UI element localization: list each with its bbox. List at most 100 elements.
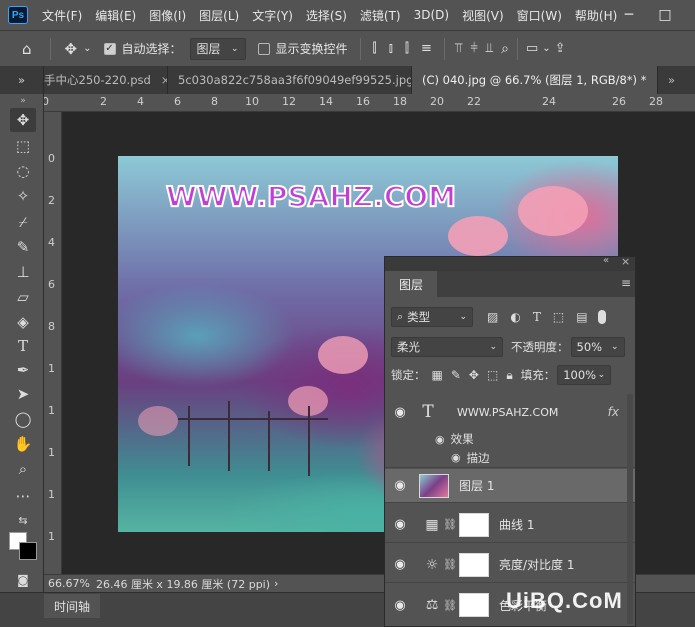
close-icon[interactable]: × [621, 255, 630, 268]
search-icon[interactable]: ⌕ [501, 41, 509, 57]
close-icon[interactable]: × [161, 73, 167, 87]
blend-mode-dropdown[interactable]: 柔光 ⌄ [391, 337, 503, 357]
tab-timeline[interactable]: 时间轴 [44, 594, 101, 618]
layer-effect-stroke-row[interactable]: ◉ 描边 [385, 448, 635, 468]
zoom-tool-icon[interactable]: ⌕ [10, 457, 36, 481]
menu-3d[interactable]: 3D(D) [414, 8, 449, 22]
type-tool-icon[interactable]: T [10, 334, 36, 358]
minimize-button[interactable]: ─ [614, 0, 644, 30]
ruler-label: 6 [174, 95, 181, 108]
background-color-swatch[interactable] [19, 542, 37, 560]
chevron-right-icon[interactable]: › [274, 577, 278, 590]
visibility-eye-icon[interactable]: ◉ [387, 478, 413, 493]
layer-row-brightness[interactable]: ◉ ☼ ⛓ 亮度/对比度 1 [385, 547, 635, 583]
layer-effects-row[interactable]: ◉ 效果 [385, 430, 635, 448]
tab-document-active[interactable]: (C) 040.jpg @ 66.7% (图层 1, RGB/8*) * × [412, 66, 658, 94]
align-center-icon[interactable]: ⫾ [389, 41, 393, 56]
visibility-eye-icon[interactable]: ◉ [387, 517, 413, 532]
filter-shape-icon[interactable]: ⬚ [553, 310, 564, 324]
menu-file[interactable]: 文件(F) [42, 7, 82, 24]
visibility-eye-icon[interactable]: ◉ [435, 433, 445, 446]
filter-adjustment-icon[interactable]: ◐ [510, 310, 520, 324]
align-middle-icon[interactable]: ⫩ [470, 41, 477, 56]
visibility-eye-icon[interactable]: ◉ [451, 451, 461, 464]
layer-row-image[interactable]: ◉ 图层 1 [385, 469, 635, 503]
panel-collapse-icon[interactable]: » [0, 66, 44, 94]
layer-filter-dropdown[interactable]: ⌕ 类型 ⌄ [391, 307, 473, 327]
align-left-icon[interactable]: ⫿ [373, 41, 377, 56]
lock-all-icon[interactable]: 🔒︎ [506, 368, 512, 383]
paint-bucket-icon[interactable]: ◈ [10, 310, 36, 334]
filter-smart-object-icon[interactable]: ▤ [576, 310, 587, 324]
filter-type-icon[interactable]: T [533, 310, 541, 324]
maximize-button[interactable]: □ [650, 0, 680, 30]
toolbar-collapse-icon[interactable]: » [10, 96, 36, 106]
quick-mask-icon[interactable]: ◙ [10, 568, 36, 592]
menu-layer[interactable]: 图层(L) [199, 7, 239, 24]
search-icon: ⌕ [397, 310, 404, 323]
path-select-icon[interactable]: ➤ [10, 382, 36, 406]
pen-tool-icon[interactable]: ✒ [10, 358, 36, 382]
canvas-text-layer[interactable]: WWW.PSAHZ.COM [165, 179, 457, 214]
filter-toggle[interactable] [597, 310, 606, 324]
menu-select[interactable]: 选择(S) [306, 7, 347, 24]
hand-tool-icon[interactable]: ✋ [10, 432, 36, 456]
home-icon[interactable]: ⌂ [22, 40, 32, 58]
align-right-icon[interactable]: ⫿ [405, 41, 409, 56]
menu-edit[interactable]: 编辑(E) [95, 7, 136, 24]
menu-view[interactable]: 视图(V) [462, 7, 504, 24]
auto-select-checkbox[interactable]: ✓ [103, 42, 116, 55]
marquee-tool-icon[interactable]: ⬚ [10, 134, 36, 158]
lock-image-icon[interactable]: ✎ [451, 368, 461, 382]
workspace-icon[interactable]: ▭ [526, 41, 538, 56]
show-transform-checkbox[interactable] [257, 42, 270, 55]
menu-type[interactable]: 文字(Y) [252, 7, 293, 24]
align-top-icon[interactable]: ⫪ [455, 41, 462, 56]
ellipse-tool-icon[interactable]: ◯ [10, 407, 36, 431]
swap-colors-icon[interactable]: ⇆ [10, 508, 36, 532]
document-info[interactable]: 26.46 厘米 x 19.86 厘米 (72 ppi) [96, 576, 270, 592]
menu-help[interactable]: 帮助(H) [575, 7, 617, 24]
align-bottom-icon[interactable]: ⫫ [486, 41, 493, 56]
layer-row-curves[interactable]: ◉ ▦ ⛓ 曲线 1 [385, 507, 635, 543]
tab-layers[interactable]: 图层 [385, 271, 437, 297]
eraser-tool-icon[interactable]: ▱ [10, 285, 36, 309]
zoom-level[interactable]: 66.67% [48, 577, 90, 590]
lock-artboard-icon[interactable]: ⬚ [487, 368, 498, 382]
document-tabs: » 手中心250-220.psd × 5c030a822c758aa3f6f09… [0, 66, 695, 94]
fill-field[interactable]: 100% ⌄ [557, 365, 612, 385]
distribute-icon[interactable]: ≡ [421, 41, 432, 56]
share-icon[interactable]: ⇪ [555, 41, 566, 56]
chevron-down-icon[interactable]: ⌄ [542, 43, 550, 54]
layer-thumbnail [419, 473, 449, 498]
move-tool-icon[interactable]: ✥ [65, 40, 78, 58]
lock-position-icon[interactable]: ✥ [469, 368, 479, 382]
collapse-panel-icon[interactable]: « [603, 255, 609, 266]
more-tools-icon[interactable]: ⋯ [10, 484, 36, 508]
magic-wand-icon[interactable]: ✧ [10, 184, 36, 208]
move-tool-icon[interactable]: ✥ [10, 108, 36, 132]
panel-menu-icon[interactable]: ≡ [621, 276, 631, 290]
tab-document-1[interactable]: 手中心250-220.psd × [44, 66, 168, 94]
lasso-tool-icon[interactable]: ◌ [10, 159, 36, 183]
visibility-eye-icon[interactable]: ◉ [387, 557, 413, 572]
fence-rail [178, 418, 328, 420]
layers-scrollbar[interactable] [627, 394, 633, 624]
tab-document-2[interactable]: 5c030a822c758aa3f6f09049ef99525.jpg × [168, 66, 412, 94]
visibility-eye-icon[interactable]: ◉ [387, 598, 413, 613]
filter-pixel-icon[interactable]: ▨ [487, 310, 498, 324]
layer-row-text[interactable]: ◉ T WWW.PSAHZ.COM fx [385, 394, 635, 430]
menu-filter[interactable]: 滤镜(T) [360, 7, 401, 24]
eyedropper-icon[interactable]: ⌿ [10, 210, 36, 234]
auto-select-dropdown[interactable]: 图层 ⌄ [189, 37, 246, 60]
stamp-tool-icon[interactable]: ⊥ [10, 260, 36, 284]
fx-badge[interactable]: fx [608, 405, 619, 419]
brush-tool-icon[interactable]: ✎ [10, 235, 36, 259]
opacity-field[interactable]: 50% ⌄ [570, 337, 625, 357]
visibility-eye-icon[interactable]: ◉ [387, 405, 413, 420]
menu-image[interactable]: 图像(I) [149, 7, 186, 24]
menu-window[interactable]: 窗口(W) [517, 7, 562, 24]
lock-transparent-icon[interactable]: ▦ [432, 368, 443, 382]
chevron-down-icon[interactable]: ⌄ [83, 43, 91, 54]
more-tabs-icon[interactable]: » [658, 66, 695, 94]
